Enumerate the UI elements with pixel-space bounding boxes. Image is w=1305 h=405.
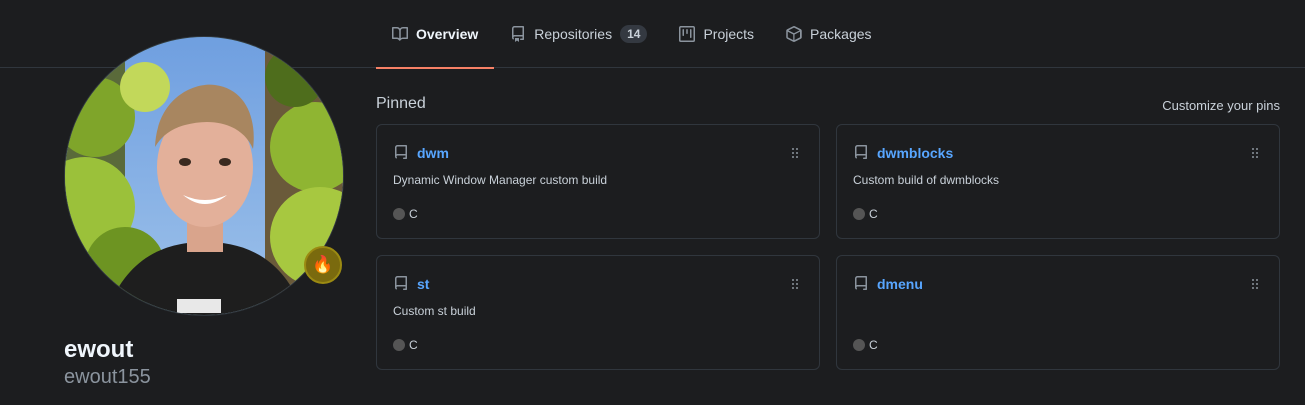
drag-grip-icon[interactable] bbox=[1247, 145, 1263, 166]
repo-name-link[interactable]: dwmblocks bbox=[877, 145, 953, 161]
pinned-repo-card: st Custom st build C bbox=[376, 255, 820, 370]
pinned-heading: Pinned bbox=[376, 95, 426, 112]
repo-icon bbox=[395, 145, 407, 159]
repositories-count-badge: 14 bbox=[620, 25, 648, 43]
repo-icon bbox=[855, 276, 867, 290]
tab-packages-label: Packages bbox=[810, 26, 872, 42]
tab-projects[interactable]: Projects bbox=[663, 0, 770, 68]
repo-name-link[interactable]: dmenu bbox=[877, 276, 923, 292]
pinned-repo-card: dwmblocks Custom build of dwmblocks C bbox=[836, 124, 1280, 239]
language-color-dot bbox=[853, 208, 865, 220]
pinned-repo-card: dwm Dynamic Window Manager custom build … bbox=[376, 124, 820, 239]
language-color-dot bbox=[393, 339, 405, 351]
repo-language-label: C bbox=[869, 338, 878, 352]
profile-display-name: ewout bbox=[64, 336, 134, 363]
book-icon bbox=[392, 27, 408, 41]
profile-username: ewout155 bbox=[64, 366, 151, 388]
repo-description: Custom st build bbox=[393, 304, 476, 318]
repo-icon bbox=[512, 26, 525, 42]
repo-language-label: C bbox=[409, 207, 418, 221]
package-icon bbox=[786, 26, 802, 42]
tab-projects-label: Projects bbox=[703, 26, 755, 42]
avatar[interactable] bbox=[64, 36, 344, 316]
drag-grip-icon[interactable] bbox=[787, 145, 803, 166]
tab-repositories[interactable]: Repositories 14 bbox=[494, 0, 663, 68]
repo-language: C bbox=[853, 207, 878, 221]
language-color-dot bbox=[853, 339, 865, 351]
tab-packages[interactable]: Packages bbox=[770, 0, 887, 68]
tab-repositories-label: Repositories bbox=[534, 26, 613, 42]
repo-language: C bbox=[393, 207, 418, 221]
pinned-repo-card: dmenu C bbox=[836, 255, 1280, 370]
drag-grip-icon[interactable] bbox=[1247, 276, 1263, 297]
repo-name-link[interactable]: st bbox=[417, 276, 429, 292]
repo-description: Custom build of dwmblocks bbox=[853, 173, 1000, 187]
tab-overview-label: Overview bbox=[416, 26, 479, 42]
project-icon bbox=[679, 26, 696, 42]
tab-overview[interactable]: Overview bbox=[376, 0, 495, 69]
repo-language-label: C bbox=[869, 207, 878, 221]
profile-tabs: Overview Repositories 14 Projects Packag… bbox=[376, 0, 888, 69]
customize-pins-link[interactable]: Customize your pins bbox=[1162, 98, 1280, 113]
repo-name-link[interactable]: dwm bbox=[417, 145, 449, 161]
repo-icon bbox=[855, 145, 867, 159]
repo-language-label: C bbox=[409, 338, 418, 352]
drag-grip-icon[interactable] bbox=[787, 276, 803, 297]
repo-language: C bbox=[853, 338, 878, 352]
avatar-photo bbox=[65, 37, 343, 315]
repo-language: C bbox=[393, 338, 418, 352]
repo-description: Dynamic Window Manager custom build bbox=[393, 173, 608, 187]
repo-icon bbox=[395, 276, 407, 290]
language-color-dot bbox=[393, 208, 405, 220]
status-emoji-button[interactable]: 🔥 bbox=[304, 246, 342, 284]
